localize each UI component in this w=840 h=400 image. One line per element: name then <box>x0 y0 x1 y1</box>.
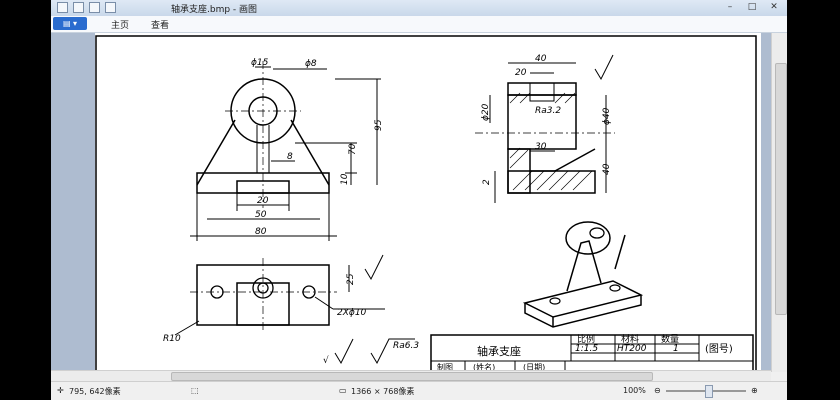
paint-menu-button[interactable]: ▤ ▾ <box>53 17 87 30</box>
dim-80: 80 <box>255 227 267 237</box>
value-scale: 1:1.5 <box>575 344 598 354</box>
zoom-slider-knob[interactable] <box>705 385 713 398</box>
dim-8: 8 <box>287 152 293 162</box>
drawing-number: (图号) <box>705 343 733 355</box>
dim-40-top: 40 <box>535 54 547 64</box>
paint-window: 轴承支座.bmp - 画图 – □ ✕ ▤ ▾ 主页 查看 ϕ15 ϕ8 95 … <box>51 0 787 400</box>
close-button[interactable]: ✕ <box>765 1 783 13</box>
roughness-check: √ <box>323 355 329 366</box>
maximize-button[interactable]: □ <box>743 1 761 13</box>
dim-50: 50 <box>255 210 267 220</box>
canvas-area: ϕ15 ϕ8 95 70 10 8 20 50 80 40 20 ϕ20 Ra3… <box>51 33 771 377</box>
part-name: 轴承支座 <box>477 344 521 358</box>
value-quantity: 1 <box>673 344 679 354</box>
dim-70: 70 <box>348 143 358 155</box>
dim-2: 2 <box>482 179 492 185</box>
cursor-icon: ✛ <box>57 386 64 395</box>
zoom-out-button[interactable]: ⊖ <box>654 386 661 395</box>
minimize-button[interactable]: – <box>721 1 739 13</box>
cursor-position: 795, 642像素 <box>69 387 121 396</box>
dim-phi15: ϕ15 <box>251 58 269 68</box>
roughness-ra63: Ra6.3 <box>393 341 419 351</box>
drawing-canvas[interactable]: ϕ15 ϕ8 95 70 10 8 20 50 80 40 20 ϕ20 Ra3… <box>95 33 761 377</box>
vertical-scroll-thumb[interactable] <box>775 63 787 315</box>
dim-40-side: 40 <box>602 163 612 175</box>
dim-r10: R10 <box>163 334 181 344</box>
app-menu-icon[interactable] <box>57 2 68 13</box>
horizontal-scroll-thumb[interactable] <box>171 372 653 381</box>
save-icon[interactable] <box>73 2 84 13</box>
image-size-icon: ▭ <box>339 386 347 395</box>
redo-icon[interactable] <box>105 2 116 13</box>
dim-2x-phi10: 2Xϕ10 <box>337 308 367 318</box>
window-title: 轴承支座.bmp - 画图 <box>171 5 258 15</box>
tab-home[interactable]: 主页 <box>111 18 129 31</box>
dim-10: 10 <box>340 173 350 185</box>
dim-95: 95 <box>374 119 384 131</box>
dim-phi40: ϕ40 <box>602 107 612 125</box>
title-bar: 轴承支座.bmp - 画图 – □ ✕ <box>51 0 787 16</box>
selection-icon: ⬚ <box>191 386 199 395</box>
zoom-in-button[interactable]: ⊕ <box>751 386 758 395</box>
image-size: 1366 × 768像素 <box>351 387 415 396</box>
dim-20-top: 20 <box>515 68 527 78</box>
vertical-scrollbar[interactable] <box>771 33 787 372</box>
dim-20: 20 <box>257 196 269 206</box>
horizontal-scrollbar[interactable] <box>51 370 771 381</box>
tab-view[interactable]: 查看 <box>151 18 169 31</box>
roughness-ra32: Ra3.2 <box>535 106 561 116</box>
value-material: HT200 <box>617 344 647 354</box>
ribbon: ▤ ▾ 主页 查看 <box>51 16 787 33</box>
dim-30: 30 <box>535 142 547 152</box>
dim-25: 25 <box>346 273 356 285</box>
status-bar: ✛ 795, 642像素 ⬚ ▭ 1366 × 768像素 100% ⊖ ⊕ <box>51 381 787 400</box>
dim-phi20: ϕ20 <box>481 103 491 121</box>
undo-icon[interactable] <box>89 2 100 13</box>
dim-phi8: ϕ8 <box>305 59 317 69</box>
engineering-drawing: ϕ15 ϕ8 95 70 10 8 20 50 80 40 20 ϕ20 Ra3… <box>95 35 757 377</box>
zoom-level: 100% <box>623 386 646 395</box>
